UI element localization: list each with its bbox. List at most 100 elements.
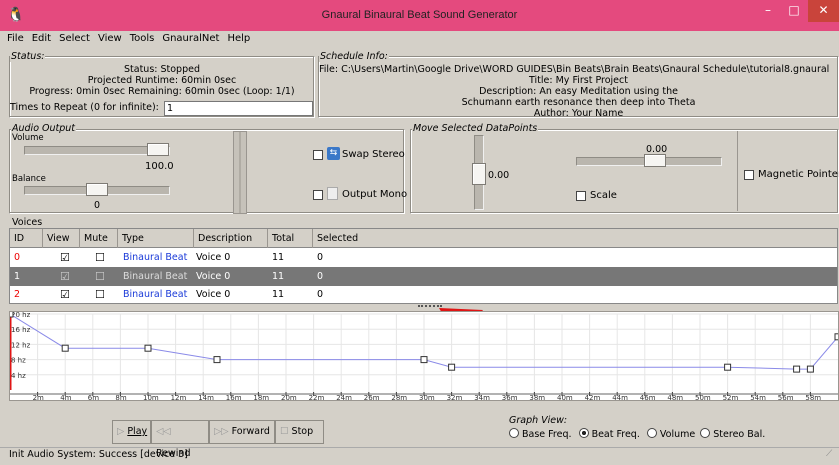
x-tick-label: 54m xyxy=(750,394,766,400)
menu-gnauralnet[interactable]: GnauralNet xyxy=(161,31,220,47)
voices-label: Voices xyxy=(12,217,43,228)
data-point xyxy=(420,356,428,364)
menu-edit[interactable]: Edit xyxy=(31,31,52,47)
row-total: 11 xyxy=(272,271,285,282)
x-tick-label: 2m xyxy=(33,394,44,400)
column-selected[interactable]: Selected xyxy=(313,229,837,248)
x-tick-label: 46m xyxy=(640,394,656,400)
swap-stereo-label[interactable]: Swap Stereo xyxy=(342,149,405,160)
frequency-graph[interactable]: 20 hz 16 hz 12 hz 8 hz 4 hz 2m 4m 6m 8m 10m 12m 14m… xyxy=(9,311,839,401)
status-bar: Init Audio System: Success [device 3] xyxy=(0,447,839,461)
table-row[interactable]: 2 ☑ ☐ Binaural Beat Voice 0 11 0 xyxy=(10,285,837,304)
magnetic-pointer-label[interactable]: Magnetic Pointer xyxy=(758,169,839,180)
vertical-move-value: 0.00 xyxy=(488,170,510,181)
horizontal-move-slider-thumb[interactable] xyxy=(644,154,666,167)
maximize-button[interactable]: □ xyxy=(781,0,807,22)
projected-runtime: Projected Runtime: 60min 0sec xyxy=(87,75,237,86)
column-id[interactable]: ID xyxy=(10,229,43,248)
menu-bar: File Edit Select View Tools GnauralNet Help xyxy=(0,31,839,47)
output-mono-checkbox[interactable] xyxy=(313,190,323,200)
schedule-legend: Schedule Info: xyxy=(319,51,389,62)
x-tick-label: 20m xyxy=(281,394,297,400)
volume-radio[interactable]: Volume xyxy=(646,428,695,440)
row-type: Binaural Beat xyxy=(123,271,188,282)
scale-label[interactable]: Scale xyxy=(590,190,617,201)
x-tick-label: 10m xyxy=(143,394,159,400)
move-divider xyxy=(737,131,738,211)
play-button[interactable]: ▷ Play xyxy=(112,420,151,444)
play-label: Play xyxy=(127,426,148,437)
column-mute[interactable]: Mute xyxy=(80,229,118,248)
x-tick-label: 38m xyxy=(529,394,545,400)
column-total[interactable]: Total xyxy=(268,229,313,248)
swap-stereo-checkbox[interactable] xyxy=(313,150,323,160)
table-row[interactable]: 1 ☑ ☐ Binaural Beat Voice 0 11 0 xyxy=(10,267,837,286)
graph-canvas[interactable]: 20 hz 16 hz 12 hz 8 hz 4 hz 2m 4m 6m 8m 10m 12m 14m… xyxy=(10,312,838,400)
minimize-button[interactable]: – xyxy=(755,0,781,22)
x-tick-label: 42m xyxy=(585,394,601,400)
x-tick-label: 48m xyxy=(667,394,683,400)
volume-value: 100.0 xyxy=(145,161,174,172)
x-tick-label: 40m xyxy=(557,394,573,400)
y-tick-label: 20 hz xyxy=(11,312,31,319)
x-tick-label: 50m xyxy=(695,394,711,400)
x-tick-label: 22m xyxy=(309,394,325,400)
x-tick-label: 32m xyxy=(447,394,463,400)
y-tick-label: 16 hz xyxy=(11,326,31,334)
row-selected: 0 xyxy=(317,271,324,282)
stop-button[interactable]: ☐ Stop xyxy=(275,420,324,444)
column-type[interactable]: Type xyxy=(118,229,194,248)
x-tick-label: 56m xyxy=(778,394,794,400)
column-description[interactable]: Description xyxy=(194,229,268,248)
forward-icon: ▷▷ xyxy=(214,426,232,437)
balance-slider-thumb[interactable] xyxy=(86,183,108,196)
row-total: 11 xyxy=(272,289,285,300)
beat-freq-radio[interactable]: Beat Freq. xyxy=(578,428,640,440)
base-freq-radio[interactable]: Base Freq. xyxy=(509,428,572,440)
voices-table: ID View Mute Type Description Total Sele… xyxy=(9,228,838,304)
repeat-label: Times to Repeat (0 for infinite): xyxy=(10,102,159,113)
magnetic-pointer-checkbox[interactable] xyxy=(744,170,754,180)
x-tick-label: 26m xyxy=(364,394,380,400)
play-icon: ▷ xyxy=(117,426,128,437)
menu-help[interactable]: Help xyxy=(226,31,251,47)
view-checkbox[interactable]: ☑ xyxy=(56,285,70,304)
stereo-bal-radio[interactable]: Stereo Bal. xyxy=(700,428,765,440)
row-id: 1 xyxy=(14,271,21,282)
vertical-move-slider-thumb[interactable] xyxy=(472,163,486,185)
repeat-input[interactable] xyxy=(164,101,313,116)
x-tick-label: 34m xyxy=(474,394,490,400)
x-tick-label: 14m xyxy=(198,394,214,400)
menu-file[interactable]: File xyxy=(6,31,25,47)
volume-slider-thumb[interactable] xyxy=(147,143,169,156)
row-description: Voice 0 xyxy=(196,252,231,263)
vu-meter xyxy=(233,131,247,214)
table-row[interactable]: 0 ☑ ☐ Binaural Beat Voice 0 11 0 xyxy=(10,248,837,267)
mute-checkbox[interactable]: ☐ xyxy=(91,248,105,267)
schedule-file: File: C:\Users\Martin\Google Drive\WORD … xyxy=(319,64,830,75)
window-title: Gnaural Binaural Beat Sound Generator xyxy=(321,9,518,21)
mute-checkbox[interactable]: ☐ xyxy=(91,285,105,304)
move-datapoints-legend: Move Selected DataPoints xyxy=(412,123,539,134)
x-tick-label: 16m xyxy=(226,394,242,400)
view-checkbox[interactable]: ☑ xyxy=(56,248,70,267)
close-button[interactable]: ✕ xyxy=(808,0,839,22)
row-selected: 0 xyxy=(317,252,324,263)
mute-checkbox[interactable]: ☐ xyxy=(91,267,105,286)
data-point xyxy=(806,365,814,373)
x-tick-label: 52m xyxy=(723,394,739,400)
output-mono-label[interactable]: Output Mono xyxy=(342,189,407,200)
column-view[interactable]: View xyxy=(43,229,80,248)
data-point xyxy=(61,344,69,352)
x-tick-label: 12m xyxy=(171,394,187,400)
menu-view[interactable]: View xyxy=(97,31,123,47)
scale-checkbox[interactable] xyxy=(576,191,586,201)
resize-grip[interactable]: ⟋ xyxy=(826,449,838,460)
menu-select[interactable]: Select xyxy=(58,31,91,47)
x-tick-label: 36m xyxy=(502,394,518,400)
menu-tools[interactable]: Tools xyxy=(129,31,156,47)
forward-button[interactable]: ▷▷ Forward xyxy=(209,420,275,444)
schedule-description-2: Schumann earth resonance then deep into … xyxy=(461,97,696,108)
rewind-button[interactable]: ◁◁ Rewind xyxy=(151,420,209,459)
view-checkbox[interactable]: ☑ xyxy=(56,267,70,286)
